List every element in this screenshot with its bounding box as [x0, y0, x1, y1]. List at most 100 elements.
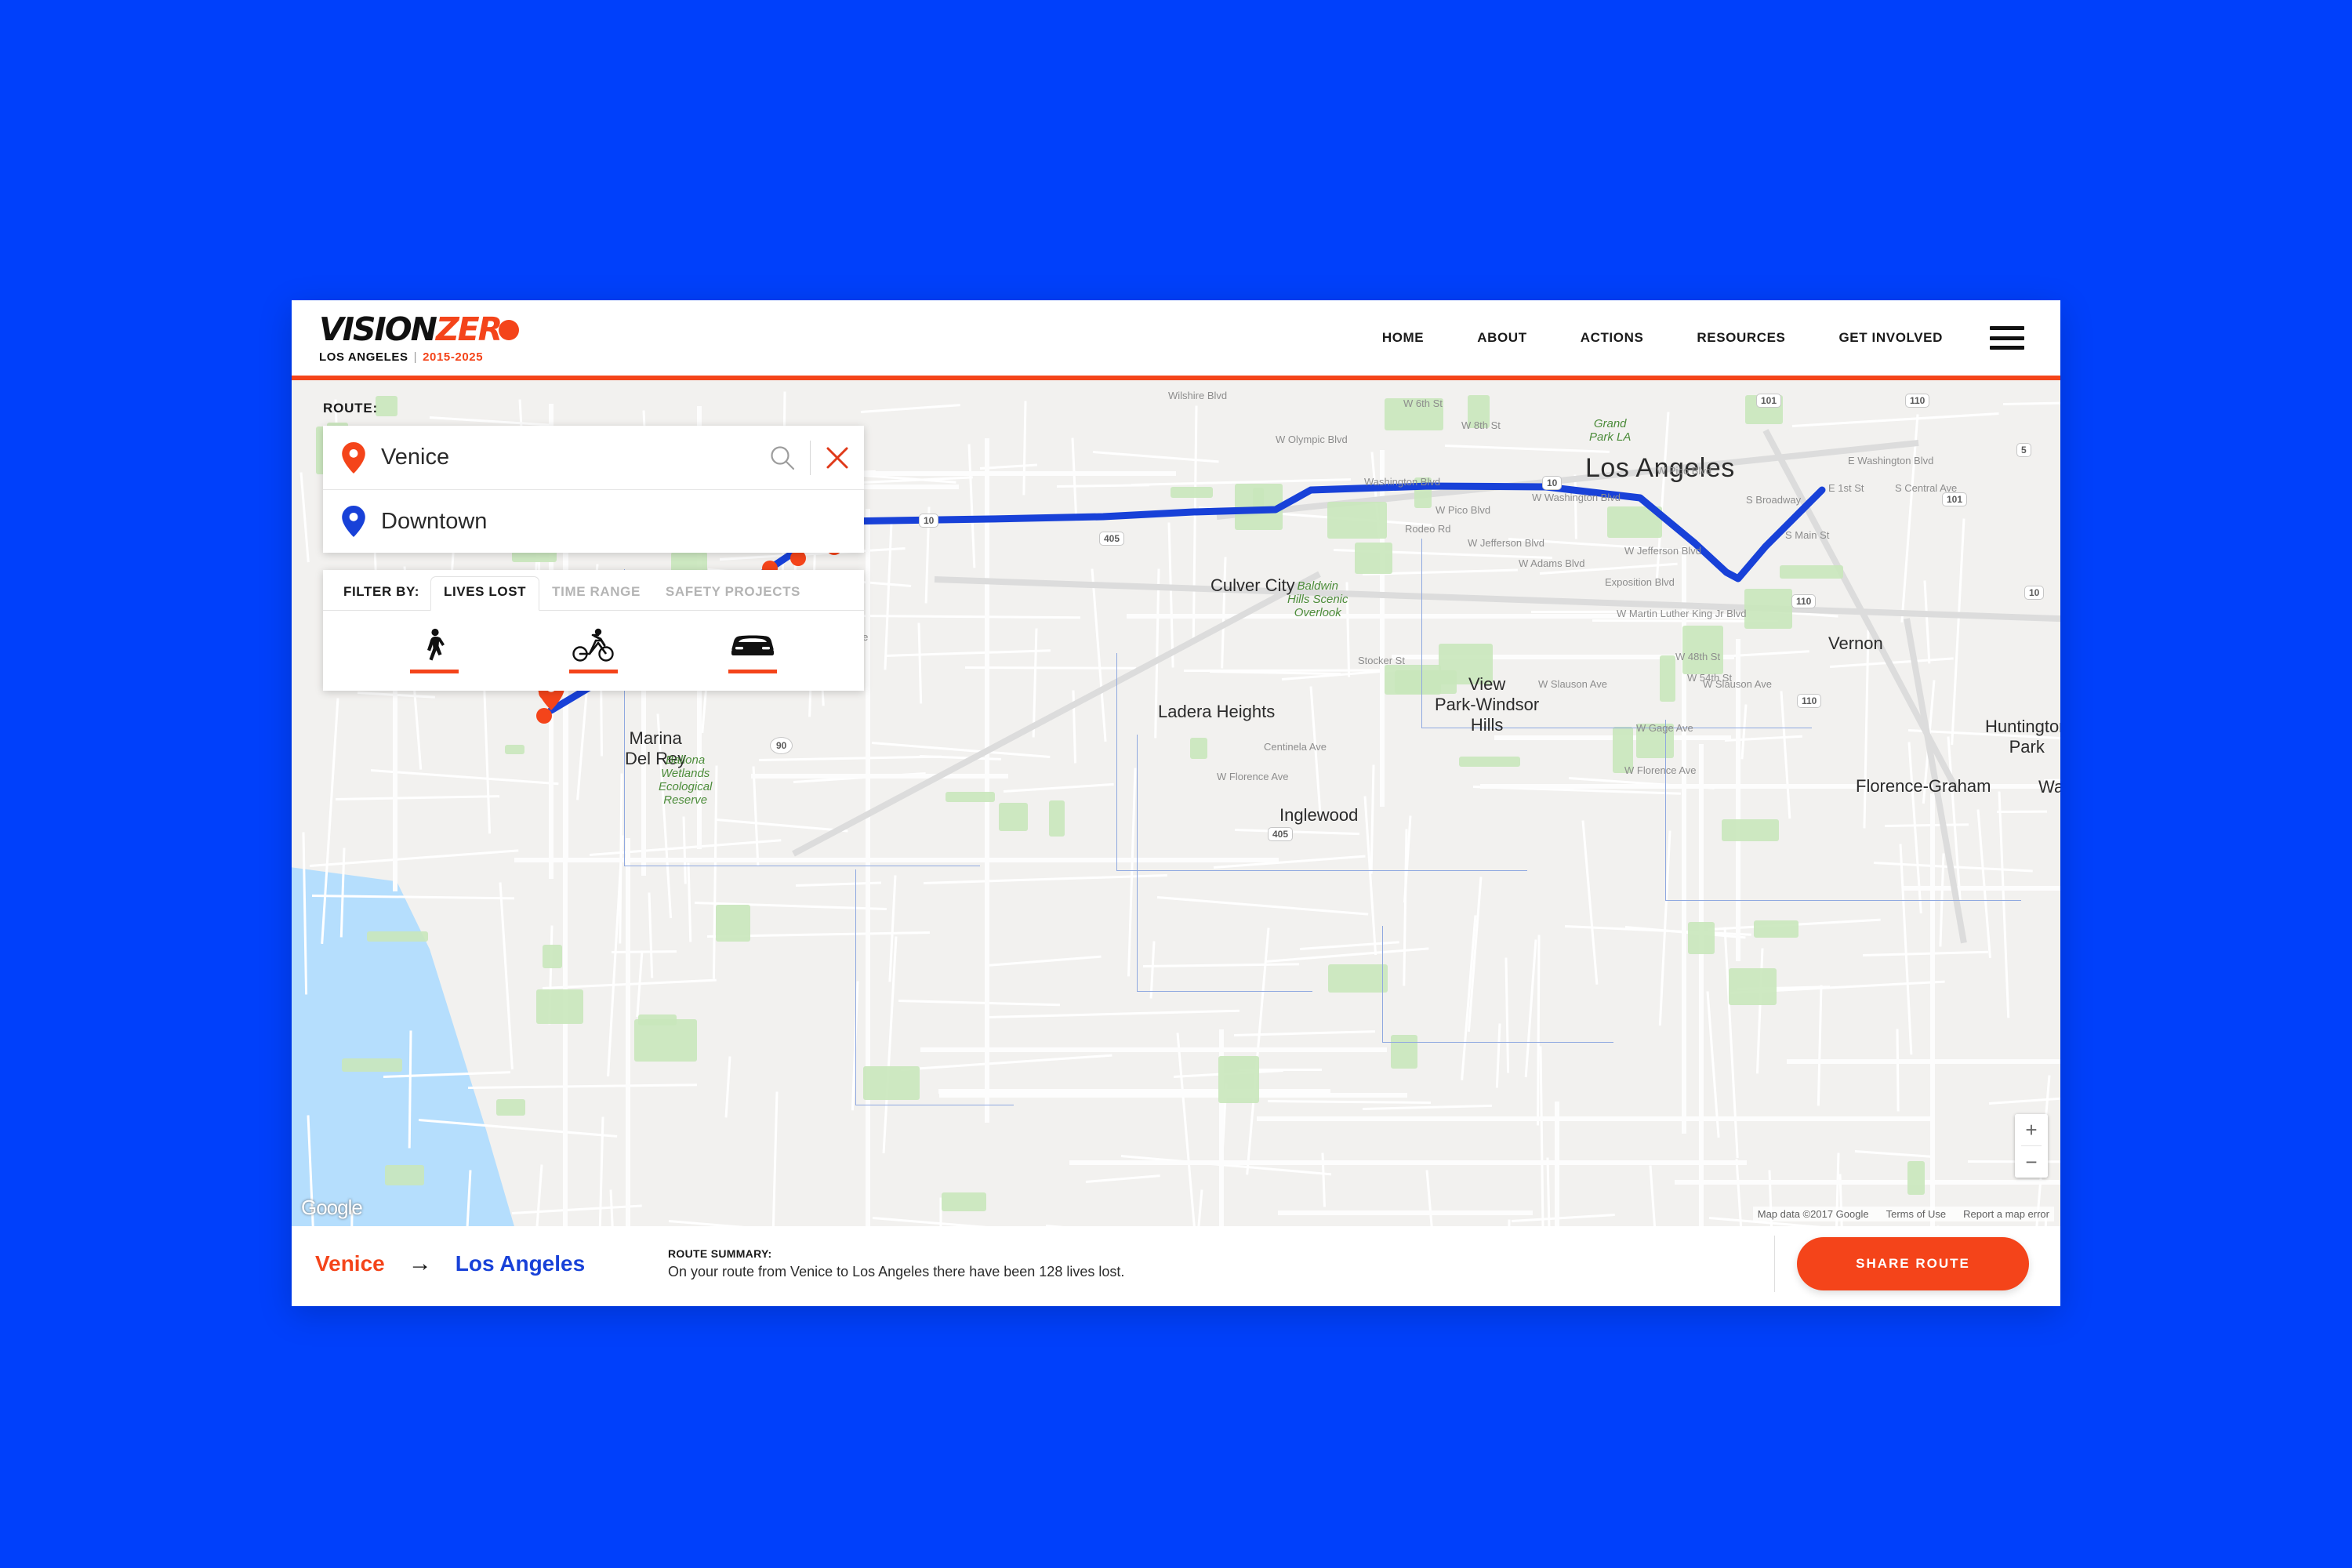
mode-filter-bicycle[interactable]: [546, 628, 641, 673]
filter-by-label: FILTER BY:: [343, 584, 419, 599]
route-search-card: Venice Downtown: [323, 426, 864, 553]
map-road: [861, 404, 961, 414]
highway-shield: 5: [2016, 443, 2031, 457]
map-road: [1425, 1170, 1446, 1226]
nav-item-resources[interactable]: RESOURCES: [1670, 330, 1812, 346]
map-road: [1506, 1219, 1511, 1226]
map-arterial: [1277, 1210, 1533, 1216]
highway-shield: 110: [1791, 594, 1817, 608]
tab-time-range[interactable]: TIME RANGE: [539, 577, 653, 610]
highway-shield: 405: [1099, 532, 1125, 546]
zoom-out-button[interactable]: −: [2015, 1146, 2048, 1178]
share-route-button[interactable]: SHARE ROUTE: [1797, 1237, 2029, 1290]
map-park-area: [1048, 800, 1065, 837]
map-road: [1791, 412, 1999, 427]
bicycle-active-bar: [568, 670, 618, 673]
map-road: [532, 1164, 543, 1226]
map-road: [335, 795, 499, 801]
nav-item-actions[interactable]: ACTIONS: [1554, 330, 1671, 346]
city-boundary: [855, 869, 1014, 1106]
map-view[interactable]: Santa MonicaLos AngelesCulver CityMarina…: [292, 380, 2060, 1226]
terms-of-use-link[interactable]: Terms of Use: [1886, 1208, 1947, 1220]
map-park-area: [1171, 486, 1213, 499]
mode-filter-pedestrian[interactable]: [387, 628, 481, 673]
search-icon[interactable]: [769, 445, 796, 471]
map-road: [1233, 1030, 1376, 1037]
destination-input[interactable]: Downtown: [381, 509, 850, 535]
car-icon: [729, 628, 776, 662]
map-road: [612, 950, 677, 954]
map-road: [1855, 1149, 1932, 1158]
route-panel: ROUTE: Venice Downtown FILTER BY: LIVES …: [323, 401, 864, 691]
map-road: [1445, 445, 1610, 454]
map-park-area: [633, 1019, 698, 1062]
route-panel-label: ROUTE:: [323, 401, 378, 416]
pedestrian-icon: [421, 628, 448, 662]
zoom-in-button[interactable]: +: [2015, 1114, 2048, 1145]
map-park-area: [385, 1165, 425, 1185]
icon-divider: [810, 440, 811, 475]
map-road: [467, 1083, 698, 1089]
mode-filter-row: [323, 611, 864, 686]
logo-separator: |: [413, 350, 418, 364]
pedestrian-active-bar: [409, 670, 459, 673]
map-data-credit: Map data ©2017 Google: [1757, 1208, 1869, 1220]
destination-row[interactable]: Downtown: [323, 489, 864, 553]
route-summary-title: ROUTE SUMMARY:: [668, 1247, 772, 1260]
footer-destination: Los Angeles: [455, 1251, 586, 1276]
map-park-area: [1354, 542, 1392, 575]
highway-shield: 10: [1542, 476, 1563, 490]
mode-filter-car[interactable]: [706, 628, 800, 673]
highway-shield: 405: [1268, 827, 1294, 841]
highway-shield: 10: [919, 514, 939, 528]
logo-city-text: LOS ANGELES: [319, 350, 408, 364]
map-park-area: [1327, 502, 1387, 539]
logo-wordmark: VISION ZER: [319, 313, 520, 346]
highway-shield: 110: [1797, 694, 1822, 708]
highway-shield: 10: [2024, 586, 2045, 600]
map-road: [1022, 401, 1027, 495]
map-road: [1950, 518, 1965, 746]
map-zoom-controls: + −: [2015, 1114, 2048, 1178]
map-road: [1192, 405, 1198, 644]
map-park-area: [1612, 727, 1634, 774]
map-road: [1091, 568, 1107, 742]
main-nav: HOME ABOUT ACTIONS RESOURCES GET INVOLVE…: [1356, 326, 2060, 350]
tab-safety-projects[interactable]: SAFETY PROJECTS: [653, 577, 813, 610]
map-arterial: [1257, 1116, 1931, 1121]
map-park-area: [543, 944, 563, 969]
filter-card: FILTER BY: LIVES LOST TIME RANGE SAFETY …: [323, 570, 864, 691]
city-boundary: [1664, 720, 2021, 902]
map-park-area: [1607, 506, 1662, 538]
hamburger-menu-icon[interactable]: [1990, 326, 2024, 350]
nav-item-about[interactable]: ABOUT: [1450, 330, 1553, 346]
origin-destination-display: Venice → Los Angeles: [315, 1251, 644, 1276]
nav-item-get-involved[interactable]: GET INVOLVED: [1812, 330, 1969, 346]
map-park-area: [1327, 964, 1388, 993]
map-arterial: [626, 838, 631, 1226]
map-road: [724, 1056, 731, 1117]
close-icon[interactable]: [825, 445, 850, 470]
map-road: [1003, 782, 1114, 793]
nav-item-home[interactable]: HOME: [1356, 330, 1450, 346]
report-map-error-link[interactable]: Report a map error: [1963, 1208, 2049, 1220]
origin-row[interactable]: Venice: [323, 426, 864, 489]
origin-input[interactable]: Venice: [381, 445, 769, 470]
city-boundary: [1421, 538, 1812, 728]
logo-subtitle: LOS ANGELES | 2015-2025: [319, 351, 519, 363]
footer-origin: Venice: [315, 1251, 385, 1276]
map-road: [687, 862, 692, 942]
map-park-area: [366, 931, 429, 942]
tab-lives-lost[interactable]: LIVES LOST: [430, 576, 540, 611]
map-road: [482, 672, 491, 834]
incident-marker[interactable]: [536, 708, 552, 724]
map-road: [2003, 401, 2060, 405]
map-road: [1896, 1029, 1900, 1112]
map-road: [1176, 1033, 1196, 1226]
map-road: [1546, 1157, 1552, 1226]
map-road: [299, 472, 310, 563]
map-arterial: [1675, 1179, 2060, 1185]
map-road: [872, 1217, 1035, 1226]
site-logo[interactable]: VISION ZER LOS ANGELES | 2015-2025: [319, 313, 520, 363]
map-road: [2044, 779, 2060, 782]
